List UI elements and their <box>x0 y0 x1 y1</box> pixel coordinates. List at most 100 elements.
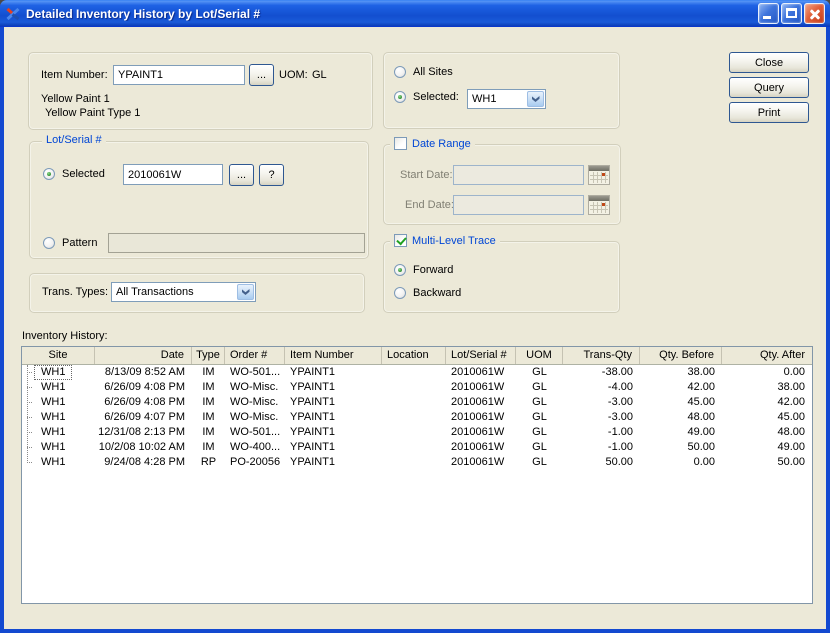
table-row[interactable]: WH1 10/2/08 10:02 AM IM WO-400... YPAINT1 201… <box>22 440 812 455</box>
site-value: WH1 <box>41 396 66 408</box>
cell-qty-before: 42.00 <box>687 381 715 393</box>
cell-lot-serial: 2010061W <box>451 456 505 468</box>
multi-level-trace-checkbox[interactable] <box>394 234 407 247</box>
trans-types-combobox[interactable]: All Transactions <box>111 282 256 302</box>
history-table: Site Date Type Order # Item Number Locat… <box>21 346 813 604</box>
cell-uom: GL <box>532 396 547 408</box>
sites-group: All Sites Selected: WH1 <box>383 52 620 129</box>
site-value: WH1 <box>41 441 66 453</box>
lot-selected-radio[interactable] <box>43 168 55 180</box>
cell-date: 6/26/09 4:08 PM <box>104 381 185 393</box>
cell-qty-after: 49.00 <box>777 441 805 453</box>
query-button[interactable]: Query <box>729 77 809 98</box>
table-row[interactable]: WH1 8/13/09 8:52 AM IM WO-501... YPAINT1 2010… <box>22 365 812 380</box>
print-button[interactable]: Print <box>729 102 809 123</box>
cell-trans-qty: -3.00 <box>607 396 633 408</box>
header-cell-type[interactable]: Type <box>192 347 225 364</box>
cell-type: IM <box>202 441 215 453</box>
cell-trans-qty: -1.00 <box>607 426 633 438</box>
site-selected-radio[interactable] <box>394 91 406 103</box>
cell-site: WH1 <box>22 380 95 395</box>
header-cell-location[interactable]: Location <box>382 347 446 364</box>
header-cell-uom[interactable]: UOM <box>516 347 563 364</box>
cell-trans-qty: -3.00 <box>607 411 633 423</box>
lot-serial-group-title: Lot/Serial # <box>42 134 106 146</box>
lot-serial-group: Lot/Serial # Selected ... ? Pattern <box>29 134 369 259</box>
cell-type: IM <box>202 366 215 378</box>
dialog-window: Detailed Inventory History by Lot/Serial… <box>0 0 830 633</box>
table-row[interactable]: WH1 6/26/09 4:08 PM IM WO-Misc. YPAINT1 20100… <box>22 395 812 410</box>
header-cell-lot-serial[interactable]: Lot/Serial # <box>446 347 516 364</box>
header-cell-item-number[interactable]: Item Number <box>285 347 382 364</box>
table-row[interactable]: WH1 6/26/09 4:08 PM IM WO-Misc. YPAINT1 20100… <box>22 380 812 395</box>
start-date-calendar-button[interactable] <box>588 165 610 185</box>
combo-dropdown-button[interactable] <box>237 284 254 300</box>
site-combobox-value: WH1 <box>472 93 497 105</box>
cell-site: WH1 <box>22 455 95 470</box>
cell-qty-after: 38.00 <box>777 381 805 393</box>
pattern-input <box>108 233 365 253</box>
header-cell-date[interactable]: Date <box>95 347 192 364</box>
close-button[interactable]: Close <box>729 52 809 73</box>
site-value: WH1 <box>41 411 66 423</box>
maximize-icon <box>786 8 797 18</box>
maximize-button[interactable] <box>781 3 802 24</box>
calendar-icon <box>602 203 605 206</box>
cell-location <box>382 380 446 395</box>
cell-trans-qty: -4.00 <box>607 381 633 393</box>
item-description-1: Yellow Paint 1 <box>41 93 110 105</box>
lot-help-button[interactable]: ? <box>259 164 284 186</box>
cell-qty-before: 48.00 <box>687 411 715 423</box>
pattern-radio[interactable] <box>43 237 55 249</box>
date-range-checkbox[interactable] <box>394 137 407 150</box>
end-date-input <box>453 195 584 215</box>
calendar-icon <box>590 202 608 213</box>
item-number-input[interactable] <box>113 65 245 85</box>
header-cell-order[interactable]: Order # <box>225 347 285 364</box>
all-sites-radio[interactable] <box>394 66 406 78</box>
cell-type: IM <box>202 411 215 423</box>
start-date-label: Start Date: <box>400 169 453 181</box>
combo-dropdown-button[interactable] <box>527 91 544 107</box>
cell-uom: GL <box>532 411 547 423</box>
uom-value: GL <box>312 69 327 81</box>
date-range-title: Date Range <box>412 137 471 150</box>
cell-trans-qty: -38.00 <box>601 366 633 378</box>
cell-qty-after: 42.00 <box>777 396 805 408</box>
cell-site: WH1 <box>22 395 95 410</box>
lot-serial-input[interactable] <box>123 164 223 185</box>
header-cell-qty-before[interactable]: Qty. Before <box>640 347 722 364</box>
calendar-icon <box>602 173 605 176</box>
backward-radio[interactable] <box>394 287 406 299</box>
site-combobox[interactable]: WH1 <box>467 89 546 109</box>
calendar-icon <box>589 196 609 201</box>
header-cell-site[interactable]: Site <box>22 347 95 364</box>
header-cell-trans-qty[interactable]: Trans-Qty <box>563 347 640 364</box>
site-value: WH1 <box>41 381 66 393</box>
history-table-header: Site Date Type Order # Item Number Locat… <box>22 347 812 365</box>
cell-item-number: YPAINT1 <box>290 441 336 453</box>
forward-radio[interactable] <box>394 264 406 276</box>
cell-order: WO-400... <box>230 441 281 453</box>
table-row[interactable]: WH1 6/26/09 4:07 PM IM WO-Misc. YPAINT1 20100… <box>22 410 812 425</box>
dialog-content: Item Number: ... UOM: GL Yellow Paint 1 … <box>4 27 826 629</box>
cell-location <box>382 425 446 440</box>
end-date-calendar-button[interactable] <box>588 195 610 215</box>
inventory-history-label: Inventory History: <box>22 330 108 342</box>
minimize-button[interactable] <box>758 3 779 24</box>
item-browse-button[interactable]: ... <box>249 64 274 86</box>
history-table-body: WH1 8/13/09 8:52 AM IM WO-501... YPAINT1 2010… <box>22 365 812 603</box>
cell-qty-before: 38.00 <box>687 366 715 378</box>
table-row[interactable]: WH1 9/24/08 4:28 PM RP PO-20056 YPAINT1 20100… <box>22 455 812 470</box>
cell-order: WO-501... <box>230 366 281 378</box>
pattern-label: Pattern <box>62 237 98 249</box>
table-row[interactable]: WH1 12/31/08 2:13 PM IM WO-501... YPAINT1 201… <box>22 425 812 440</box>
window-close-button[interactable] <box>804 3 825 24</box>
cell-type: RP <box>200 456 217 468</box>
cell-type: IM <box>202 381 215 393</box>
lot-browse-button[interactable]: ... <box>229 164 254 186</box>
header-cell-qty-after[interactable]: Qty. After <box>722 347 812 364</box>
forward-label: Forward <box>413 264 454 276</box>
cell-date: 6/26/09 4:07 PM <box>104 411 185 423</box>
item-description-2: Yellow Paint Type 1 <box>45 107 141 119</box>
